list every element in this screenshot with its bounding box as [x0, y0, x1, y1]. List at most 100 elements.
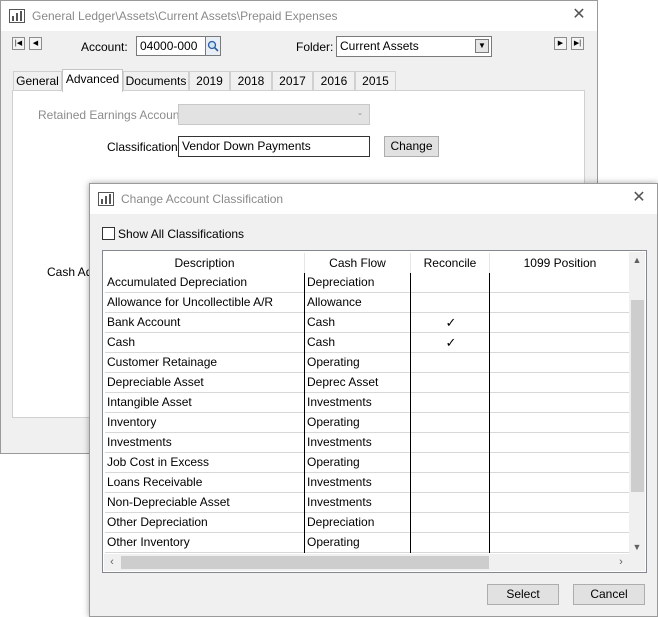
- row-description: Cash: [105, 333, 305, 353]
- row-description: Customer Retainage: [105, 353, 305, 373]
- row-1099-position: [490, 293, 631, 313]
- row-cash-flow: Operating: [305, 533, 411, 553]
- scroll-right-icon[interactable]: ›: [613, 554, 629, 571]
- row-reconcile: [411, 493, 490, 513]
- row-reconcile: ✓: [411, 333, 490, 353]
- dialog-close-icon[interactable]: ✕: [629, 188, 649, 208]
- tab-2017[interactable]: 2017: [272, 71, 313, 91]
- change-button[interactable]: Change: [384, 136, 439, 157]
- table-row[interactable]: Depreciable Asset Deprec Asset: [105, 373, 631, 393]
- row-1099-position: [490, 373, 631, 393]
- table-row[interactable]: Allowance for Uncollectible A/R Allowance: [105, 293, 631, 313]
- column-header-reconcile[interactable]: Reconcile: [411, 253, 490, 273]
- table-row[interactable]: Other Inventory Operating: [105, 533, 631, 553]
- row-reconcile: [411, 513, 490, 533]
- row-cash-flow: Depreciation: [305, 513, 411, 533]
- table-row[interactable]: Job Cost in Excess Operating: [105, 453, 631, 473]
- horizontal-scroll-thumb[interactable]: [121, 556, 489, 569]
- row-cash-flow: Investments: [305, 473, 411, 493]
- row-1099-position: [490, 413, 631, 433]
- row-cash-flow: Investments: [305, 433, 411, 453]
- account-field[interactable]: 04000-000: [136, 36, 206, 56]
- next-record-icon[interactable]: ▶: [554, 37, 567, 50]
- row-1099-position: [490, 353, 631, 373]
- main-close-icon[interactable]: ✕: [569, 5, 589, 25]
- row-cash-flow: Operating: [305, 353, 411, 373]
- cancel-button[interactable]: Cancel: [573, 584, 645, 605]
- cash-adj-label: Cash Adj: [47, 265, 96, 279]
- folder-select[interactable]: Current Assets ▼: [336, 36, 492, 57]
- classification-label: Classification:: [107, 140, 182, 154]
- row-1099-position: [490, 313, 631, 333]
- classification-grid: Description Cash Flow Reconcile 1099 Pos…: [102, 250, 647, 573]
- vertical-scrollbar[interactable]: ▲ ▼: [629, 252, 645, 555]
- row-cash-flow: Operating: [305, 453, 411, 473]
- tab-2015[interactable]: 2015: [355, 71, 396, 91]
- column-header-description[interactable]: Description: [105, 253, 305, 273]
- last-record-icon[interactable]: ▶|: [571, 37, 584, 50]
- folder-label: Folder:: [296, 40, 334, 54]
- horizontal-scrollbar[interactable]: ‹ ›: [104, 554, 629, 571]
- column-header-1099-position[interactable]: 1099 Position: [490, 253, 631, 273]
- retained-earnings-label: Retained Earnings Account:: [38, 108, 187, 122]
- row-1099-position: [490, 533, 631, 553]
- show-all-checkbox[interactable]: [102, 227, 115, 240]
- row-description: Intangible Asset: [105, 393, 305, 413]
- table-row[interactable]: Other Depreciation Depreciation: [105, 513, 631, 533]
- table-row[interactable]: Cash Cash ✓: [105, 333, 631, 353]
- row-reconcile: [411, 353, 490, 373]
- account-lookup-button[interactable]: [205, 36, 221, 56]
- tab-2016[interactable]: 2016: [313, 71, 355, 91]
- row-reconcile: [411, 393, 490, 413]
- table-row[interactable]: Investments Investments: [105, 433, 631, 453]
- row-description: Investments: [105, 433, 305, 453]
- previous-record-icon[interactable]: ◀: [29, 37, 42, 50]
- row-reconcile: ✓: [411, 313, 490, 333]
- tab-general[interactable]: General: [13, 71, 62, 91]
- folder-select-value: Current Assets: [340, 39, 419, 53]
- select-button[interactable]: Select: [487, 584, 559, 605]
- row-cash-flow: Investments: [305, 493, 411, 513]
- row-cash-flow: Cash: [305, 313, 411, 333]
- row-reconcile: [411, 413, 490, 433]
- row-cash-flow: Depreciation: [305, 273, 411, 293]
- table-row[interactable]: Intangible Asset Investments: [105, 393, 631, 413]
- row-reconcile: [411, 533, 490, 553]
- dialog-titlebar: Change Account Classification ✕: [90, 184, 657, 214]
- app-icon: [9, 9, 25, 23]
- row-1099-position: [490, 513, 631, 533]
- table-row[interactable]: Customer Retainage Operating: [105, 353, 631, 373]
- row-1099-position: [490, 333, 631, 353]
- tab-documents[interactable]: Documents: [123, 71, 189, 91]
- row-1099-position: [490, 453, 631, 473]
- chevron-down-icon[interactable]: ▼: [475, 39, 489, 53]
- row-cash-flow: Investments: [305, 393, 411, 413]
- row-cash-flow: Allowance: [305, 293, 411, 313]
- app-icon: [98, 192, 114, 206]
- row-1099-position: [490, 393, 631, 413]
- row-description: Accumulated Depreciation: [105, 273, 305, 293]
- table-row[interactable]: Accumulated Depreciation Depreciation: [105, 273, 631, 293]
- scroll-down-icon[interactable]: ▼: [629, 539, 645, 555]
- row-description: Bank Account: [105, 313, 305, 333]
- table-row[interactable]: Inventory Operating: [105, 413, 631, 433]
- row-reconcile: [411, 293, 490, 313]
- vertical-scroll-thumb[interactable]: [631, 300, 644, 492]
- change-classification-dialog: Change Account Classification ✕ Show All…: [89, 183, 658, 617]
- tab-advanced[interactable]: Advanced: [62, 69, 123, 92]
- table-row[interactable]: Bank Account Cash ✓: [105, 313, 631, 333]
- row-description: Allowance for Uncollectible A/R: [105, 293, 305, 313]
- scroll-up-icon[interactable]: ▲: [629, 252, 645, 268]
- tab-2019[interactable]: 2019: [189, 71, 230, 91]
- account-label: Account:: [81, 40, 128, 54]
- column-header-cash-flow[interactable]: Cash Flow: [305, 253, 411, 273]
- table-row[interactable]: Non-Depreciable Asset Investments: [105, 493, 631, 513]
- classification-field[interactable]: Vendor Down Payments: [178, 136, 370, 157]
- row-description: Other Depreciation: [105, 513, 305, 533]
- table-row[interactable]: Loans Receivable Investments: [105, 473, 631, 493]
- scroll-left-icon[interactable]: ‹: [104, 554, 120, 571]
- retained-earnings-select: ⌄: [178, 104, 370, 125]
- tab-2018[interactable]: 2018: [230, 71, 272, 91]
- first-record-icon[interactable]: |◀: [12, 37, 25, 50]
- dialog-title: Change Account Classification: [121, 192, 284, 206]
